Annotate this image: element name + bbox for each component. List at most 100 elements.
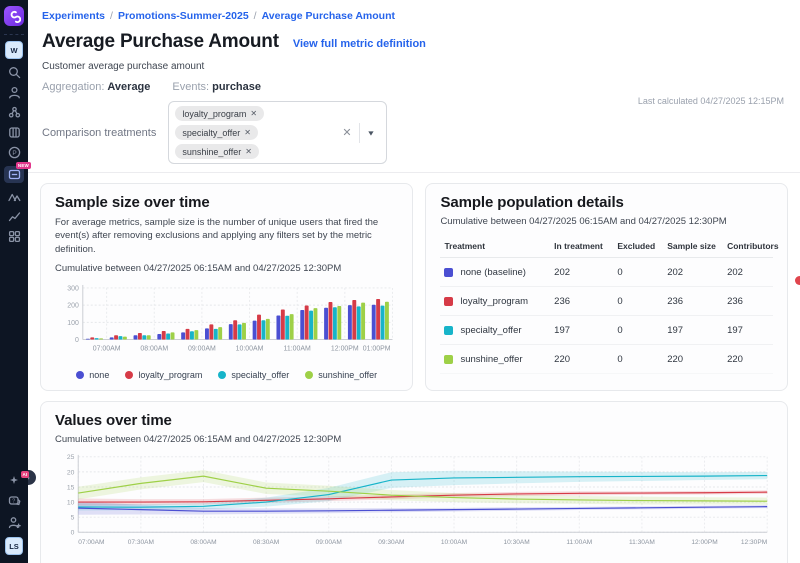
comparison-row: Comparison treatments loyalty_program✕ s… <box>42 101 786 164</box>
table-row: specialty_offer 1970197197 <box>440 316 773 345</box>
chip-sunshine-offer[interactable]: sunshine_offer✕ <box>175 144 259 159</box>
help-question-mark: ? <box>12 499 15 505</box>
svg-text:12:30PM: 12:30PM <box>741 539 767 546</box>
values-title: Values over time <box>55 412 773 429</box>
experiments-peaks-icon[interactable] <box>6 190 22 203</box>
svg-text:09:30AM: 09:30AM <box>378 539 404 546</box>
svg-text:20: 20 <box>67 470 75 477</box>
chip-remove-icon[interactable]: ✕ <box>245 147 252 156</box>
user-icon[interactable] <box>6 86 22 99</box>
population-card: Sample population details Cumulative bet… <box>425 183 788 391</box>
search-icon[interactable] <box>6 66 22 79</box>
page-header: Experiments/Promotions-Summer-2025/Avera… <box>28 0 800 173</box>
last-calculated: Last calculated 04/27/2025 12:15PM <box>638 96 784 106</box>
legend-dot <box>125 371 133 379</box>
legend-item-none: none <box>76 370 109 380</box>
legend-dot <box>76 371 84 379</box>
svg-text:25: 25 <box>67 454 75 461</box>
comparison-label: Comparison treatments <box>42 127 156 139</box>
sample-size-title: Sample size over time <box>55 194 398 211</box>
svg-text:01:00PM: 01:00PM <box>363 345 391 352</box>
workspace-tile[interactable]: W <box>5 41 23 59</box>
chip-specialty-offer[interactable]: specialty_offer✕ <box>175 125 258 140</box>
sample-size-card: Sample size over time For average metric… <box>40 183 413 391</box>
values-line-chart: 051015202507:00AM07:30AM08:00AM08:30AM09… <box>55 451 773 559</box>
legend-dot <box>218 371 226 379</box>
table-row: sunshine_offer 2200220220 <box>440 345 773 374</box>
breadcrumb-experiment-name[interactable]: Promotions-Summer-2025 <box>118 10 249 22</box>
breadcrumb-experiments[interactable]: Experiments <box>42 10 105 22</box>
ai-assistant-icon[interactable]: AI <box>6 474 22 487</box>
svg-text:07:30AM: 07:30AM <box>128 539 154 546</box>
metric-description: Customer average purchase amount <box>42 61 786 72</box>
bar-chart-legend: none loyalty_program specialty_offer sun… <box>55 370 398 380</box>
population-cumulative: Cumulative between 04/27/2025 06:15AM an… <box>440 216 773 227</box>
metrics-catalog-icon[interactable] <box>6 126 22 139</box>
svg-text:12:00PM: 12:00PM <box>331 345 359 352</box>
chip-loyalty-program[interactable]: loyalty_program✕ <box>175 106 264 121</box>
trend-chart-icon[interactable] <box>6 210 22 223</box>
pulse-letter: P <box>12 150 16 157</box>
population-table: Treatment In treatment Excluded Sample s… <box>440 235 773 374</box>
aggregation-row: Aggregation:AverageEvents:purchase <box>42 81 786 93</box>
sidebar: W P NEW AI <box>0 0 28 563</box>
treatment-swatch <box>444 355 453 364</box>
main-content: Experiments/Promotions-Summer-2025/Avera… <box>28 0 800 563</box>
metric-definition-link[interactable]: View full metric definition <box>293 38 426 50</box>
new-badge: NEW <box>16 162 31 169</box>
svg-text:10:30AM: 10:30AM <box>504 539 530 546</box>
aggregation-value: Average <box>107 81 150 93</box>
values-cumulative: Cumulative between 04/27/2025 06:15AM an… <box>55 434 773 445</box>
svg-text:10:00AM: 10:00AM <box>236 345 264 352</box>
table-row: loyalty_program 2360236236 <box>440 287 773 316</box>
treatments-multiselect[interactable]: loyalty_program✕ specialty_offer✕ sunshi… <box>168 101 387 164</box>
segments-icon[interactable] <box>6 106 22 119</box>
breadcrumb-current[interactable]: Average Purchase Amount <box>262 10 395 22</box>
svg-text:11:00AM: 11:00AM <box>284 345 311 352</box>
treatment-swatch <box>444 268 453 277</box>
sample-size-cumulative: Cumulative between 04/27/2025 06:15AM an… <box>55 263 398 274</box>
values-card: Values over time Cumulative between 04/2… <box>40 401 788 563</box>
treatment-chips: loyalty_program✕ specialty_offer✕ sunshi… <box>175 106 335 159</box>
svg-text:10: 10 <box>67 500 75 507</box>
user-avatar[interactable]: LS <box>5 537 23 555</box>
help-chat-icon[interactable]: ? <box>6 495 22 508</box>
product-analytics-icon-selected[interactable]: NEW <box>4 166 24 183</box>
breadcrumb: Experiments/Promotions-Summer-2025/Avera… <box>42 10 786 22</box>
treatment-swatch <box>444 326 453 335</box>
invite-user-icon[interactable] <box>6 516 22 529</box>
clear-all-icon[interactable]: ✕ <box>335 126 358 139</box>
legend-item-specialty: specialty_offer <box>218 370 289 380</box>
col-in-treatment: In treatment <box>550 235 613 258</box>
svg-text:5: 5 <box>71 515 75 522</box>
chip-remove-icon[interactable]: ✕ <box>250 109 257 118</box>
page-title: Average Purchase Amount <box>42 31 279 53</box>
events-value: purchase <box>212 81 261 93</box>
svg-text:15: 15 <box>67 485 75 492</box>
svg-text:11:30AM: 11:30AM <box>629 539 655 546</box>
col-contributors: Contributors <box>723 235 773 258</box>
col-sample-size: Sample size <box>663 235 723 258</box>
chip-remove-icon[interactable]: ✕ <box>244 128 251 137</box>
statsig-logo-icon[interactable] <box>4 6 24 26</box>
col-treatment: Treatment <box>440 235 550 258</box>
svg-text:300: 300 <box>67 285 79 292</box>
svg-text:0: 0 <box>71 530 75 537</box>
svg-text:12:00PM: 12:00PM <box>691 539 717 546</box>
chevron-down-icon[interactable]: ▼ <box>360 129 383 137</box>
table-header-row: Treatment In treatment Excluded Sample s… <box>440 235 773 258</box>
col-excluded: Excluded <box>613 235 663 258</box>
content-area: Sample size over time For average metric… <box>28 173 800 563</box>
sample-size-bar-chart: 010020030007:00AM08:00AM09:00AM10:00AM11… <box>55 280 398 363</box>
svg-text:08:30AM: 08:30AM <box>253 539 279 546</box>
pulse-icon[interactable]: P <box>6 146 22 159</box>
svg-text:07:00AM: 07:00AM <box>93 345 121 352</box>
treatment-swatch <box>444 297 453 306</box>
sidebar-divider <box>4 34 24 35</box>
svg-text:0: 0 <box>75 337 79 344</box>
svg-text:08:00AM: 08:00AM <box>190 539 216 546</box>
apps-grid-icon[interactable] <box>6 230 22 243</box>
breadcrumb-separator: / <box>110 10 113 22</box>
table-row: none (baseline) 2020202202 <box>440 258 773 287</box>
svg-text:11:00AM: 11:00AM <box>566 539 592 546</box>
